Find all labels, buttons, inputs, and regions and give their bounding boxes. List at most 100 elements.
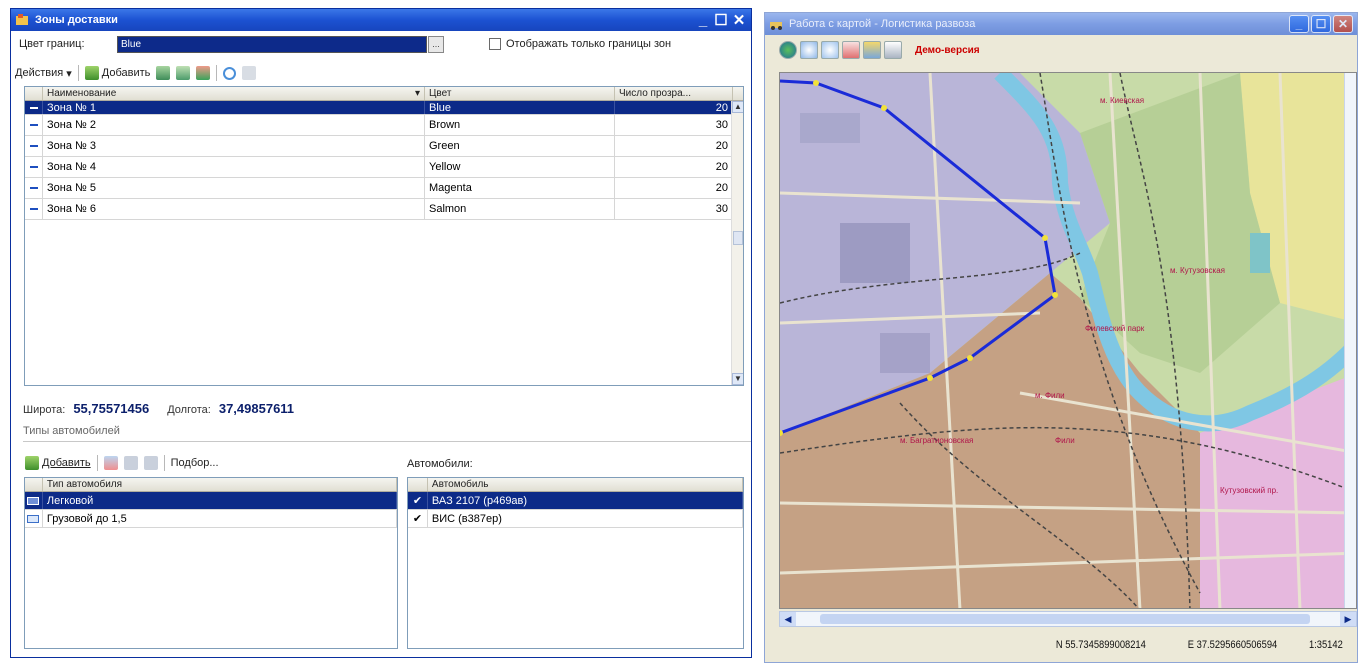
zoom-out-icon[interactable] [821,41,839,59]
zone-name-cell: Зона № 2 [43,115,425,135]
cars-grid: Автомобиль ✔ ВАЗ 2107 (р469ав) ✔ ВИС (в387е… [407,477,744,649]
window-title: Зоны доставки [35,14,118,26]
delete-icon[interactable] [196,66,211,80]
row-marker-icon [25,115,43,135]
minimize-button[interactable]: _ [695,11,711,29]
list-item[interactable]: ✔ ВИС (в387ер) [408,510,743,528]
row-marker-icon [25,178,43,198]
scroll-thumb[interactable] [733,231,743,245]
table-row[interactable]: Зона № 3 Green 20 [25,136,743,157]
status-scale: 1:35142 [1309,639,1343,651]
scroll-down-icon[interactable]: ▼ [732,373,743,385]
latitude-value: 55,75571456 [73,401,150,416]
refresh-icon[interactable] [223,66,237,80]
scroll-right-icon[interactable]: ▶ [1340,612,1356,626]
pond [1250,233,1270,273]
map-statusbar: N 55.7345899008214 E 37.5295660506594 1:… [765,639,1358,651]
zone-color-cell: Yellow [425,157,615,177]
vehicle-type-cell: Легковой [43,492,397,509]
car-cell: ВАЗ 2107 (р469ав) [428,492,743,509]
map-titlebar[interactable]: Работа с картой - Логистика развоза _ ☐ … [765,13,1357,35]
toolbar-separator [77,65,79,81]
zone-transparency-cell: 20 [615,178,733,198]
map-view[interactable]: м. Киевская м. Кутузовская м. Фили м. Ба… [779,72,1357,609]
row-marker-icon [25,136,43,156]
list-item[interactable]: Легковой [25,492,397,510]
car-cell: ВИС (в387ер) [428,510,743,527]
pick-button[interactable]: Подбор... [171,457,219,469]
list-item[interactable]: Грузовой до 1,5 [25,510,397,528]
print-icon[interactable] [884,41,902,59]
add-vehicle-type-button[interactable]: Добавить [25,456,91,470]
maximize-button[interactable]: ☐ [713,11,729,29]
map-block [880,333,930,373]
check-icon[interactable]: ✔ [408,510,428,527]
only-borders-checkbox[interactable] [489,38,501,50]
latitude-label: Широта: [23,404,66,416]
longitude-value: 37,49857611 [218,401,295,416]
table-row[interactable]: Зона № 5 Magenta 20 [25,178,743,199]
layers-icon[interactable] [863,41,881,59]
add-zone-button[interactable]: Добавить [84,66,150,80]
zoom-in-icon[interactable] [800,41,818,59]
vehicles-label: Автомобили: [407,458,473,470]
copy-icon[interactable] [156,66,171,80]
add-icon [84,66,99,80]
help-icon[interactable] [242,66,257,80]
column-header-car[interactable]: Автомобиль [428,478,743,491]
zone-name-cell: Зона № 6 [43,199,425,219]
demo-label: Демо-версия [915,44,980,56]
actions-menu[interactable]: Действия ▾ [15,67,72,80]
zone-name-cell: Зона № 1 [43,101,425,114]
edit-icon[interactable] [176,66,191,80]
zone-transparency-cell: 20 [615,101,733,114]
column-header-transparency[interactable]: Число прозра... [615,87,733,100]
delete-icon[interactable] [103,456,118,470]
status-east: E 37.5295660506594 [1187,639,1278,651]
zone-transparency-cell: 20 [615,136,733,156]
map-label: м. Киевская [1100,96,1144,105]
column-header-name[interactable]: Наименование ▾ [43,87,425,100]
toolbar-separator [216,65,218,81]
table-row[interactable]: Зона № 4 Yellow 20 [25,157,743,178]
map-canvas[interactable]: м. Киевская м. Кутузовская м. Фили м. Ба… [780,73,1357,609]
marker-column-header [25,478,43,491]
zones-grid: Наименование ▾ Цвет Число прозра... Зона … [24,86,744,386]
map-app-icon [770,22,782,30]
zones-titlebar[interactable]: Зоны доставки _ ☐ ✕ [11,9,751,31]
scroll-up-icon[interactable]: ▲ [732,101,743,113]
table-row[interactable]: Зона № 6 Salmon 30 [25,199,743,220]
row-marker-icon [25,101,43,114]
toolbar-separator [96,455,98,471]
clear-icon[interactable] [842,41,860,59]
globe-icon[interactable] [779,41,797,59]
scroll-left-icon[interactable]: ◀ [780,612,796,626]
scroll-thumb[interactable] [820,614,1310,624]
close-button[interactable]: ✕ [731,11,747,29]
table-row[interactable]: Зона № 2 Brown 30 [25,115,743,136]
close-button[interactable]: ✕ [1333,15,1353,33]
move-up-icon[interactable] [123,456,138,470]
minimize-button[interactable]: _ [1289,15,1309,33]
zone-transparency-cell: 20 [615,157,733,177]
status-north: N 55.7345899008214 [1056,639,1147,651]
add-icon [25,456,39,470]
maximize-button[interactable]: ☐ [1311,15,1331,33]
check-icon[interactable]: ✔ [408,492,428,509]
toolbar-separator [163,455,165,471]
column-header-vehicle-type[interactable]: Тип автомобиля [43,478,397,491]
list-item[interactable]: ✔ ВАЗ 2107 (р469ав) [408,492,743,510]
row-marker-icon [25,157,43,177]
border-color-field[interactable]: Blue [117,36,427,53]
coordinates: Широта: 55,75571456 Долгота: 37,49857611 [23,401,304,416]
only-borders-label: Отображать только границы зон [506,38,672,50]
column-header-color[interactable]: Цвет [425,87,615,100]
vehicle-type-cell: Грузовой до 1,5 [43,510,397,527]
map-horizontal-scrollbar[interactable]: ◀ ▶ [779,611,1357,627]
choose-color-button[interactable]: ... [428,36,444,53]
table-row[interactable]: Зона № 1 Blue 20 [25,101,743,115]
zones-vertical-scrollbar[interactable]: ▲ ▼ [731,101,743,385]
move-down-icon[interactable] [143,456,158,470]
map-vertical-scrollbar[interactable] [1344,73,1356,608]
marker-column-header [408,478,428,491]
